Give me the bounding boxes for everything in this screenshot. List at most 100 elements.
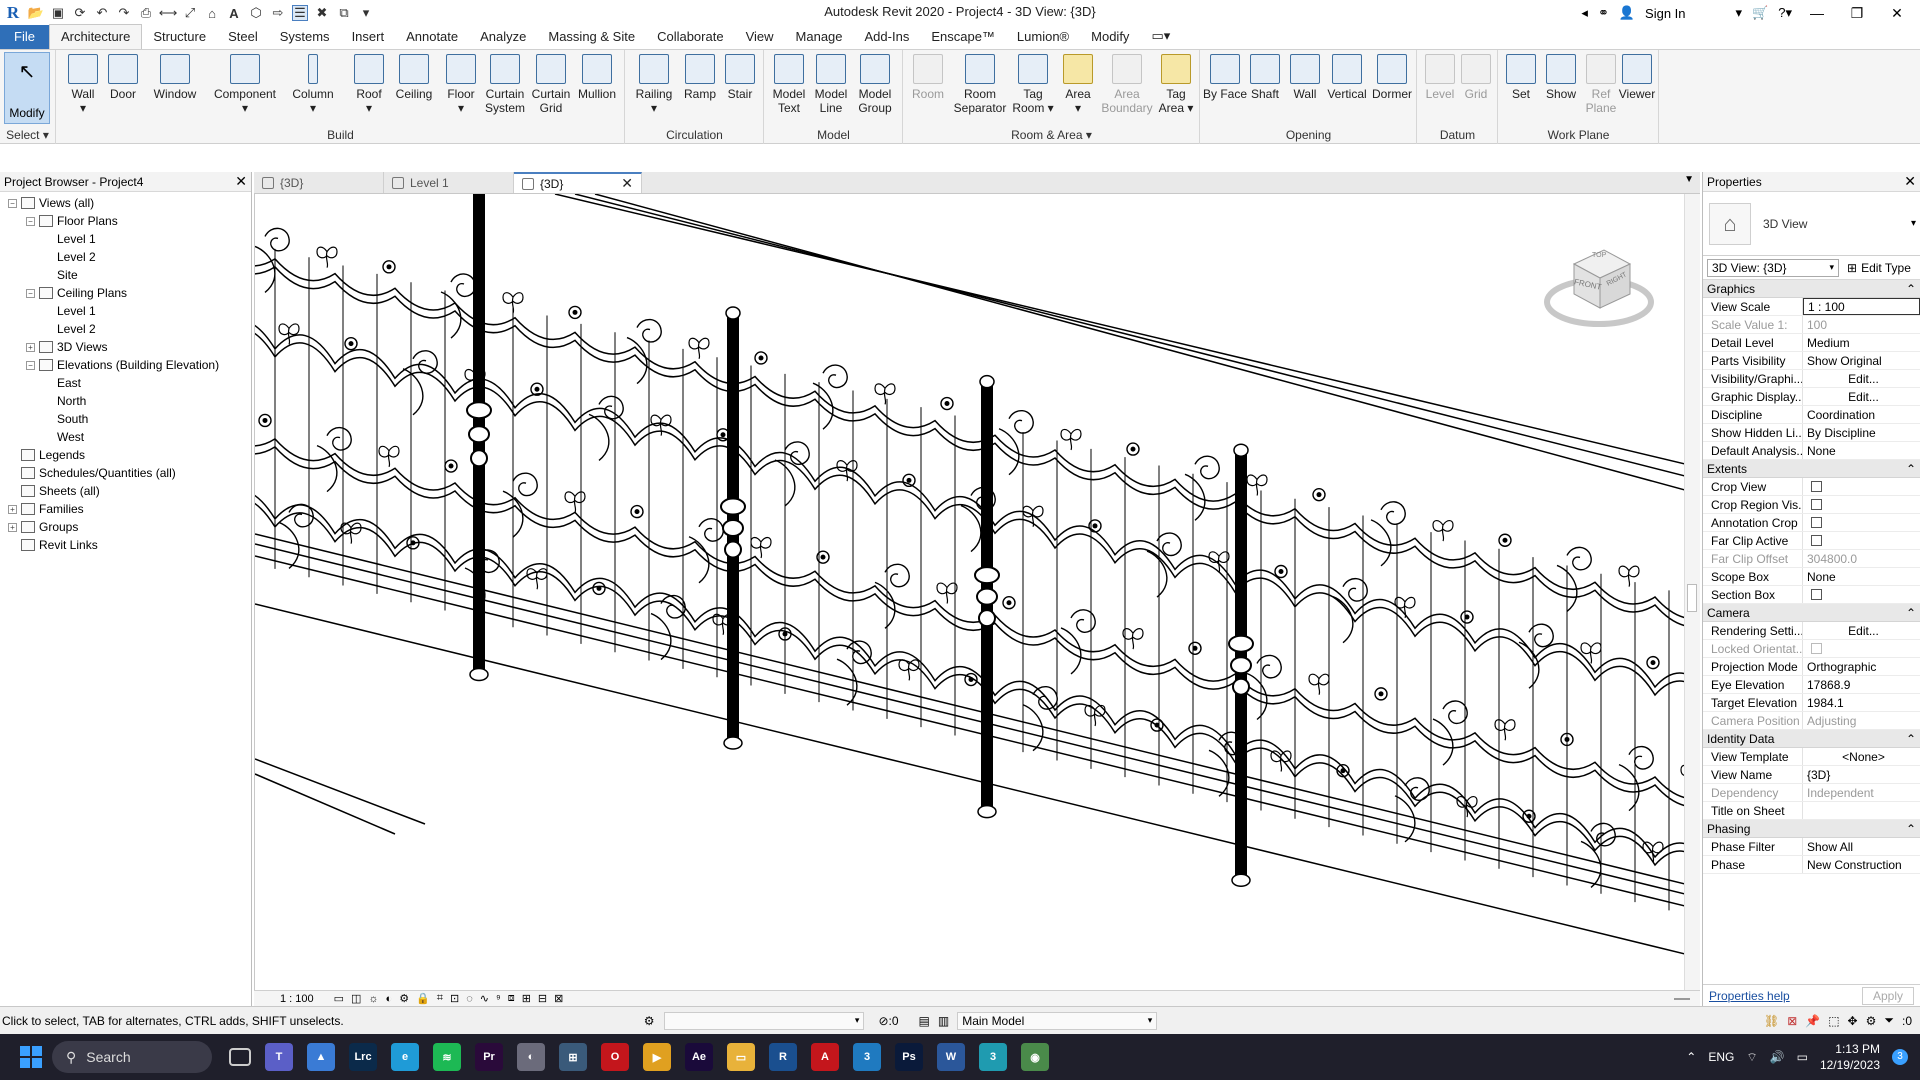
globe-icon[interactable]: ◐ bbox=[517, 1043, 545, 1071]
app-3-icon[interactable]: 3 bbox=[853, 1043, 881, 1071]
autocad-icon[interactable]: A bbox=[811, 1043, 839, 1071]
lock-view-icon[interactable]: 🔒 bbox=[416, 992, 430, 1005]
explorer-icon[interactable]: ▭ bbox=[727, 1043, 755, 1071]
taskbar-search[interactable]: ⚲ Search bbox=[52, 1041, 212, 1073]
clock[interactable]: 1:13 PM 12/19/2023 bbox=[1820, 1041, 1880, 1073]
tree-item[interactable]: Legends bbox=[0, 446, 251, 464]
tab-modify[interactable]: Modify bbox=[1080, 25, 1140, 49]
select-underlay-icon[interactable]: ⊠ bbox=[1787, 1014, 1797, 1028]
property-value[interactable]: Orthographic bbox=[1803, 658, 1920, 675]
tag-room-button[interactable]: Tag Room ▾ bbox=[1010, 54, 1056, 115]
curtain-grid-button[interactable]: Curtain Grid bbox=[527, 54, 575, 115]
door-button[interactable]: Door bbox=[101, 54, 145, 101]
property-value[interactable]: None bbox=[1803, 568, 1920, 585]
calculator-icon[interactable]: ⊞ bbox=[559, 1043, 587, 1071]
property-checkbox[interactable] bbox=[1803, 532, 1920, 549]
opera-icon[interactable]: O bbox=[601, 1043, 629, 1071]
dormer-button[interactable]: Dormer bbox=[1369, 54, 1415, 101]
panel-label-select[interactable]: Select ▾ bbox=[0, 128, 55, 142]
close-hidden-icon[interactable]: ✖ bbox=[314, 5, 330, 21]
checkbox[interactable] bbox=[1811, 535, 1822, 546]
section-icon[interactable]: ⇨ bbox=[270, 5, 286, 21]
railing-button[interactable]: Railing ▾ bbox=[630, 54, 678, 115]
apply-button[interactable]: Apply bbox=[1861, 986, 1914, 1005]
search-arrow-icon[interactable]: ◂ bbox=[1581, 5, 1588, 21]
collapse-group-icon[interactable]: ⌃ bbox=[1906, 732, 1916, 746]
mullion-button[interactable]: Mullion bbox=[573, 54, 621, 101]
3d-viewport[interactable]: TOP FRONT RIGHT bbox=[254, 194, 1684, 990]
tab-analyze[interactable]: Analyze bbox=[469, 25, 537, 49]
tree-item[interactable]: West bbox=[0, 428, 251, 446]
word-icon[interactable]: W bbox=[937, 1043, 965, 1071]
tree-item[interactable]: Level 1 bbox=[0, 302, 251, 320]
doc-tab-active[interactable]: {3D} ✕ bbox=[514, 172, 642, 193]
property-value[interactable]: 1 : 100 bbox=[1803, 298, 1920, 315]
tree-item[interactable]: East bbox=[0, 374, 251, 392]
worksharing-icon[interactable]: ⁹ bbox=[496, 993, 501, 1005]
highlight-displacement-icon[interactable]: ⊞ bbox=[522, 992, 531, 1005]
collapse-icon[interactable]: − bbox=[8, 198, 17, 208]
tree-item[interactable]: − Views (all) bbox=[0, 194, 251, 212]
collapse-group-icon[interactable]: ⌃ bbox=[1906, 606, 1916, 620]
design-option-icon[interactable]: ▥ bbox=[938, 1014, 949, 1028]
view-scale[interactable]: 1 : 100 bbox=[280, 993, 314, 1005]
revit-app-icon[interactable]: R bbox=[4, 3, 22, 22]
close-icon[interactable]: ✕ bbox=[1904, 173, 1916, 190]
area-button[interactable]: Area ▾ bbox=[1056, 54, 1100, 115]
viewport-scrollbar[interactable] bbox=[1684, 194, 1700, 990]
expand-icon[interactable]: + bbox=[8, 522, 17, 532]
close-tab-icon[interactable]: ✕ bbox=[621, 175, 633, 192]
property-value[interactable]: Show Original bbox=[1803, 352, 1920, 369]
property-edit-button[interactable]: Edit... bbox=[1803, 622, 1920, 639]
model-text-button[interactable]: Model Text bbox=[767, 54, 811, 115]
tab-massing-site[interactable]: Massing & Site bbox=[537, 25, 646, 49]
open-icon[interactable]: 📂 bbox=[28, 5, 44, 21]
dropdown-icon[interactable]: ▾ bbox=[1736, 5, 1743, 21]
tab-steel[interactable]: Steel bbox=[217, 25, 269, 49]
filter-icon[interactable]: ⏷ bbox=[1884, 1013, 1894, 1028]
reveal-constraints-icon[interactable]: ⊠ bbox=[554, 992, 563, 1005]
undo-icon[interactable]: ↶ bbox=[94, 5, 110, 21]
stair-button[interactable]: Stair bbox=[718, 54, 762, 101]
thin-lines-icon[interactable]: ☰ bbox=[292, 5, 308, 21]
property-edit-button[interactable]: Edit... bbox=[1803, 388, 1920, 405]
media-icon[interactable]: ▶ bbox=[643, 1043, 671, 1071]
customize-qat-icon[interactable]: ▾ bbox=[358, 5, 374, 21]
tag-icon[interactable]: ⌂ bbox=[204, 5, 220, 21]
hscroll-thumb[interactable] bbox=[1674, 997, 1690, 1000]
property-value[interactable]: 1984.1 bbox=[1803, 694, 1920, 711]
property-value[interactable]: {3D} bbox=[1803, 766, 1920, 783]
tree-item[interactable]: North bbox=[0, 392, 251, 410]
show-work-plane-button[interactable]: Show bbox=[1539, 54, 1583, 101]
spotify-icon[interactable]: ≋ bbox=[433, 1043, 461, 1071]
help-icon[interactable]: ?▾ bbox=[1778, 5, 1792, 21]
reveal-hidden-icon[interactable]: ∿ bbox=[480, 992, 489, 1005]
property-group-header[interactable]: Extents ⌃ bbox=[1703, 460, 1920, 478]
component-button[interactable]: Component ▾ bbox=[203, 54, 287, 115]
property-value[interactable]: By Discipline bbox=[1803, 424, 1920, 441]
sign-in-link[interactable]: Sign In bbox=[1645, 6, 1685, 21]
tree-item[interactable]: Level 2 bbox=[0, 248, 251, 266]
background-process-icon[interactable]: ⚙ bbox=[1866, 1014, 1877, 1028]
tab-lumion[interactable]: Lumion® bbox=[1006, 25, 1080, 49]
opening-by-face-button[interactable]: By Face bbox=[1203, 54, 1247, 101]
shadows-icon[interactable]: ◐ bbox=[386, 993, 393, 1005]
analytical-model-icon[interactable]: ⧈ bbox=[508, 992, 515, 1005]
curtain-system-button[interactable]: Curtain System bbox=[481, 54, 529, 115]
tab-enscape[interactable]: Enscape™ bbox=[920, 25, 1006, 49]
set-work-plane-button[interactable]: Set bbox=[1499, 54, 1543, 101]
panel-label-room-area[interactable]: Room & Area ▾ bbox=[904, 128, 1199, 142]
worksets-icon[interactable]: ⚙ bbox=[644, 1014, 655, 1028]
tree-item[interactable]: Level 1 bbox=[0, 230, 251, 248]
battery-icon[interactable]: ▭ bbox=[1797, 1050, 1808, 1064]
lightroom-icon[interactable]: Lrc bbox=[349, 1043, 377, 1071]
tree-item[interactable]: − Ceiling Plans bbox=[0, 284, 251, 302]
select-pinned-icon[interactable]: 📌 bbox=[1805, 1014, 1820, 1028]
ribbon-options-icon[interactable]: ▭▾ bbox=[1140, 24, 1181, 49]
property-value[interactable] bbox=[1803, 802, 1920, 819]
property-group-header[interactable]: Camera ⌃ bbox=[1703, 604, 1920, 622]
expand-icon[interactable]: + bbox=[8, 504, 17, 514]
close-icon[interactable]: ✕ bbox=[235, 173, 247, 190]
print-icon[interactable]: ⎙ bbox=[138, 5, 154, 21]
collapse-icon[interactable]: − bbox=[26, 216, 35, 226]
